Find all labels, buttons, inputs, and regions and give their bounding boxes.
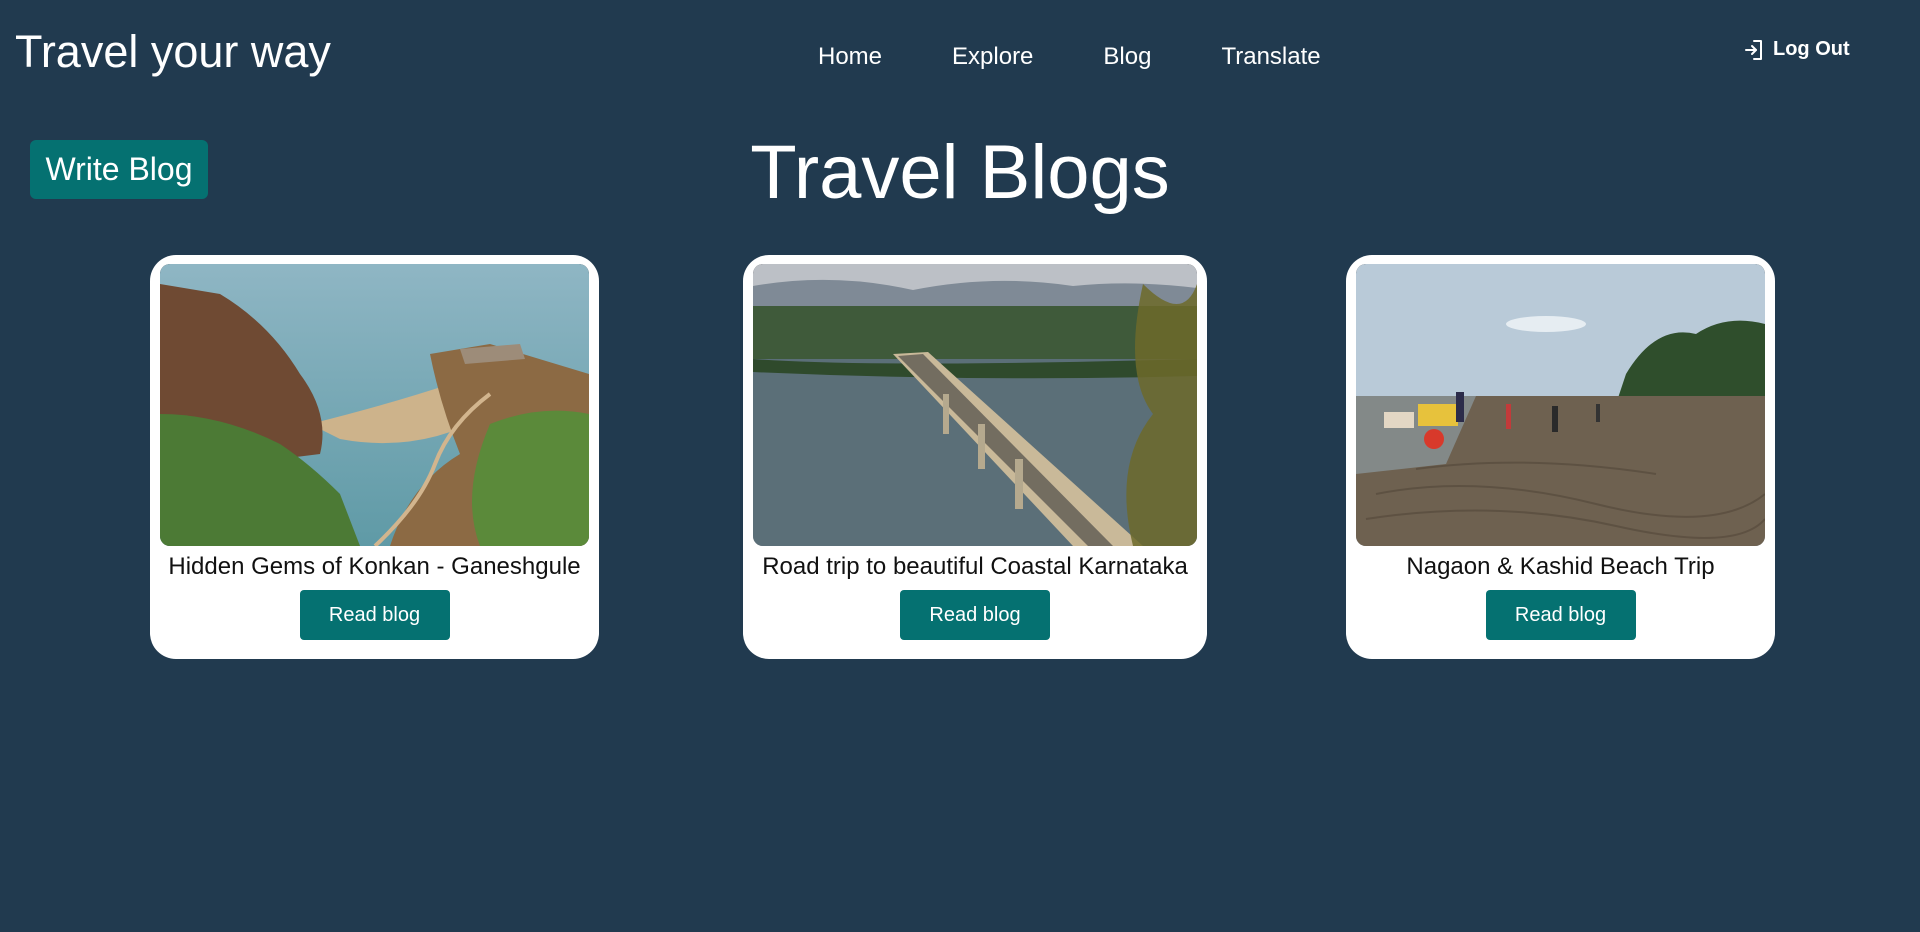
blog-card-title: Hidden Gems of Konkan - Ganeshgule: [168, 553, 581, 580]
nav-blog[interactable]: Blog: [1103, 40, 1151, 74]
blog-card-image: [753, 264, 1197, 546]
logout-button[interactable]: Log Out: [1744, 38, 1850, 61]
read-blog-button[interactable]: Read blog: [1485, 590, 1636, 640]
main-nav: Home Explore Blog Translate: [818, 40, 1321, 74]
brand-title: Travel your way: [15, 26, 331, 77]
blog-card: Road trip to beautiful Coastal Karnataka…: [743, 255, 1207, 659]
blog-card-image: [160, 264, 589, 546]
read-blog-button[interactable]: Read blog: [299, 590, 450, 640]
logout-arrow-icon: [1744, 39, 1764, 61]
blog-card: Hidden Gems of Konkan - Ganeshgule Read …: [150, 255, 599, 659]
nav-explore[interactable]: Explore: [952, 40, 1033, 74]
blog-card-title: Road trip to beautiful Coastal Karnataka: [762, 553, 1188, 580]
nav-home[interactable]: Home: [818, 40, 882, 74]
read-blog-button[interactable]: Read blog: [900, 590, 1050, 640]
blog-card: Nagaon & Kashid Beach Trip Read blog: [1346, 255, 1775, 659]
page-title: Travel Blogs: [750, 130, 1170, 215]
logout-label: Log Out: [1773, 38, 1850, 60]
nav-translate[interactable]: Translate: [1221, 40, 1320, 74]
blog-card-title: Nagaon & Kashid Beach Trip: [1406, 553, 1715, 580]
blog-card-image: [1356, 264, 1765, 546]
